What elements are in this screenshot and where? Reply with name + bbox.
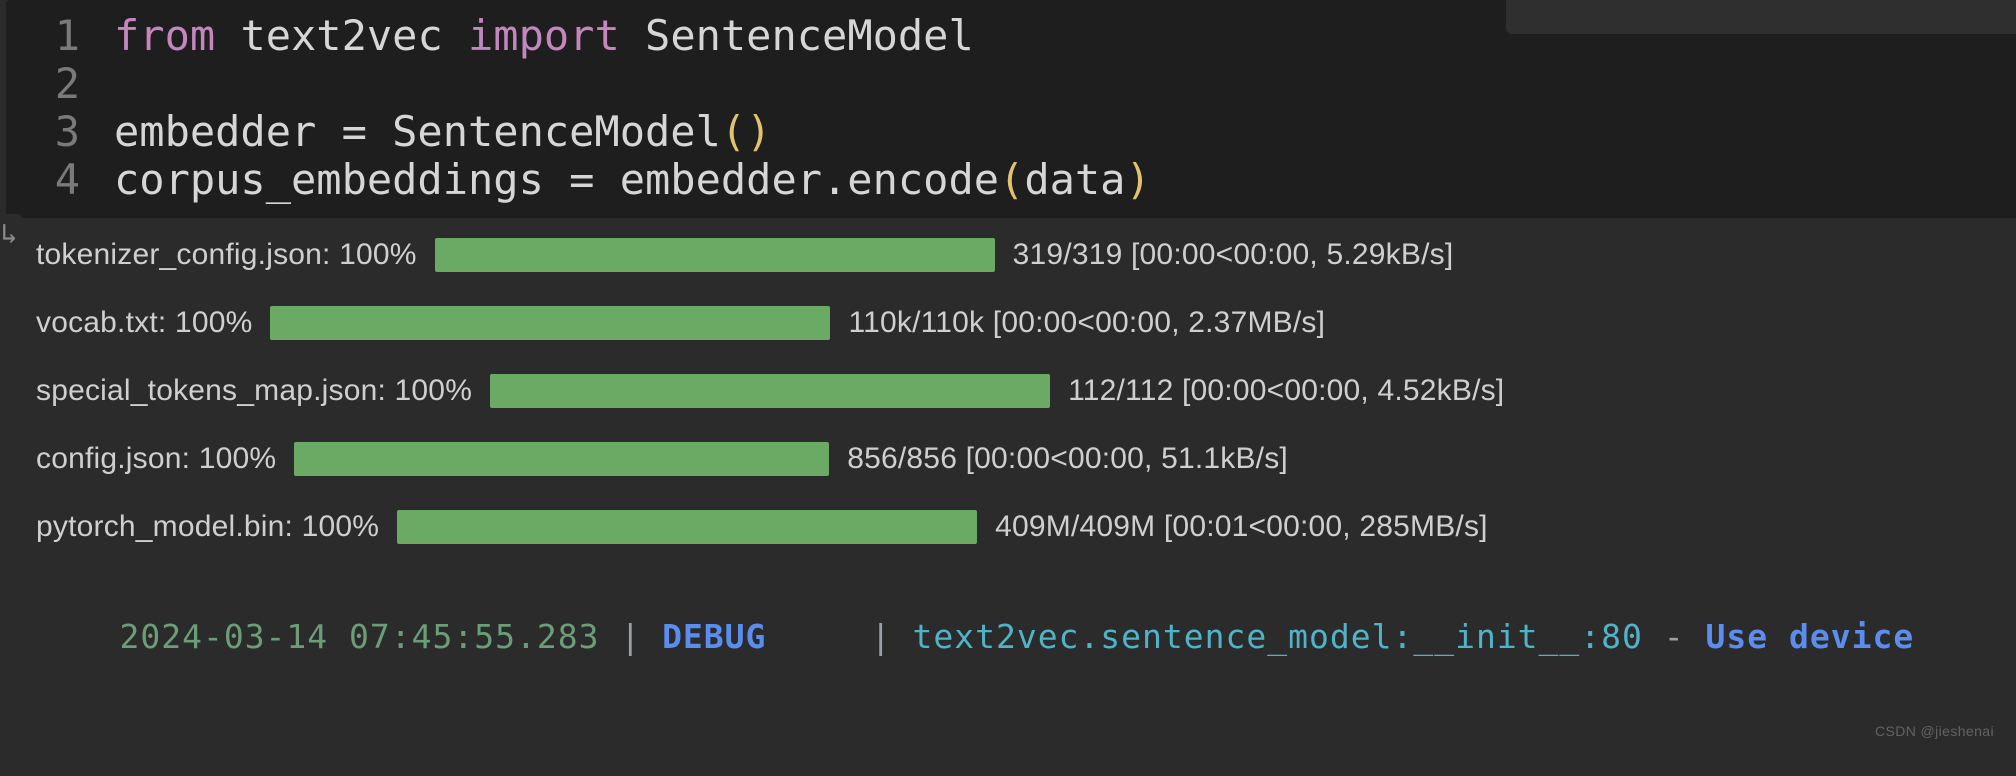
progress-bar [294, 442, 829, 476]
code-line[interactable]: 3embedder = SentenceModel() [24, 108, 2016, 156]
download-row: config.json: 100% 856/856 [00:00<00:00, 5… [36, 442, 2016, 476]
download-stats: 110k/110k [00:00<00:00, 2.37MB/s] [848, 306, 1325, 340]
code-text: corpus_embeddings = embedder.encode(data… [114, 156, 1151, 204]
download-row: pytorch_model.bin: 100% 409M/409M [00:01<… [36, 510, 2016, 544]
download-label: vocab.txt: 100% [36, 306, 252, 340]
download-stats: 319/319 [00:00<00:00, 5.29kB/s] [1013, 238, 1454, 272]
progress-bar [397, 510, 977, 544]
download-row: tokenizer_config.json: 100% 319/319 [00:0… [36, 238, 2016, 272]
download-label: config.json: 100% [36, 442, 276, 476]
code-text: from text2vec import SentenceModel [114, 12, 974, 60]
download-stats: 112/112 [00:00<00:00, 4.52kB/s] [1068, 374, 1504, 408]
editor-toolbar[interactable] [1506, 0, 2016, 34]
download-label: special_tokens_map.json: 100% [36, 374, 472, 408]
watermark: CSDN @jieshenai [1875, 724, 1994, 738]
download-label: pytorch_model.bin: 100% [36, 510, 379, 544]
line-number: 3 [24, 108, 114, 156]
code-line[interactable]: 4corpus_embeddings = embedder.encode(dat… [24, 156, 2016, 204]
log-source: text2vec.sentence_model [913, 617, 1393, 656]
download-row: vocab.txt: 100% 110k/110k [00:00<00:00, 2… [36, 306, 2016, 340]
progress-bar [490, 374, 1050, 408]
line-number: 2 [24, 60, 114, 108]
code-text: embedder = SentenceModel() [114, 108, 771, 156]
progress-bar [435, 238, 995, 272]
log-message: Use device [1706, 617, 1915, 656]
log-level: DEBUG [662, 617, 766, 656]
line-number: 4 [24, 156, 114, 204]
download-stats: 409M/409M [00:01<00:00, 285MB/s] [995, 510, 1488, 544]
download-stats: 856/856 [00:00<00:00, 51.1kB/s] [847, 442, 1288, 476]
log-line: 2024-03-14 07:45:55.283 | DEBUG | text2v… [36, 578, 2016, 695]
code-line[interactable]: 2 [24, 60, 2016, 108]
download-label: tokenizer_config.json: 100% [36, 238, 417, 272]
line-number: 1 [24, 12, 114, 60]
progress-bar [270, 306, 830, 340]
download-row: special_tokens_map.json: 100% 112/112 [00… [36, 374, 2016, 408]
code-editor[interactable]: 1from text2vec import SentenceModel23emb… [6, 0, 2016, 218]
log-timestamp: 2024-03-14 07:45:55.283 [119, 617, 599, 656]
terminal-output[interactable]: tokenizer_config.json: 100% 319/319 [00:0… [0, 218, 2016, 695]
gutter-icon: ↳ [0, 214, 22, 252]
